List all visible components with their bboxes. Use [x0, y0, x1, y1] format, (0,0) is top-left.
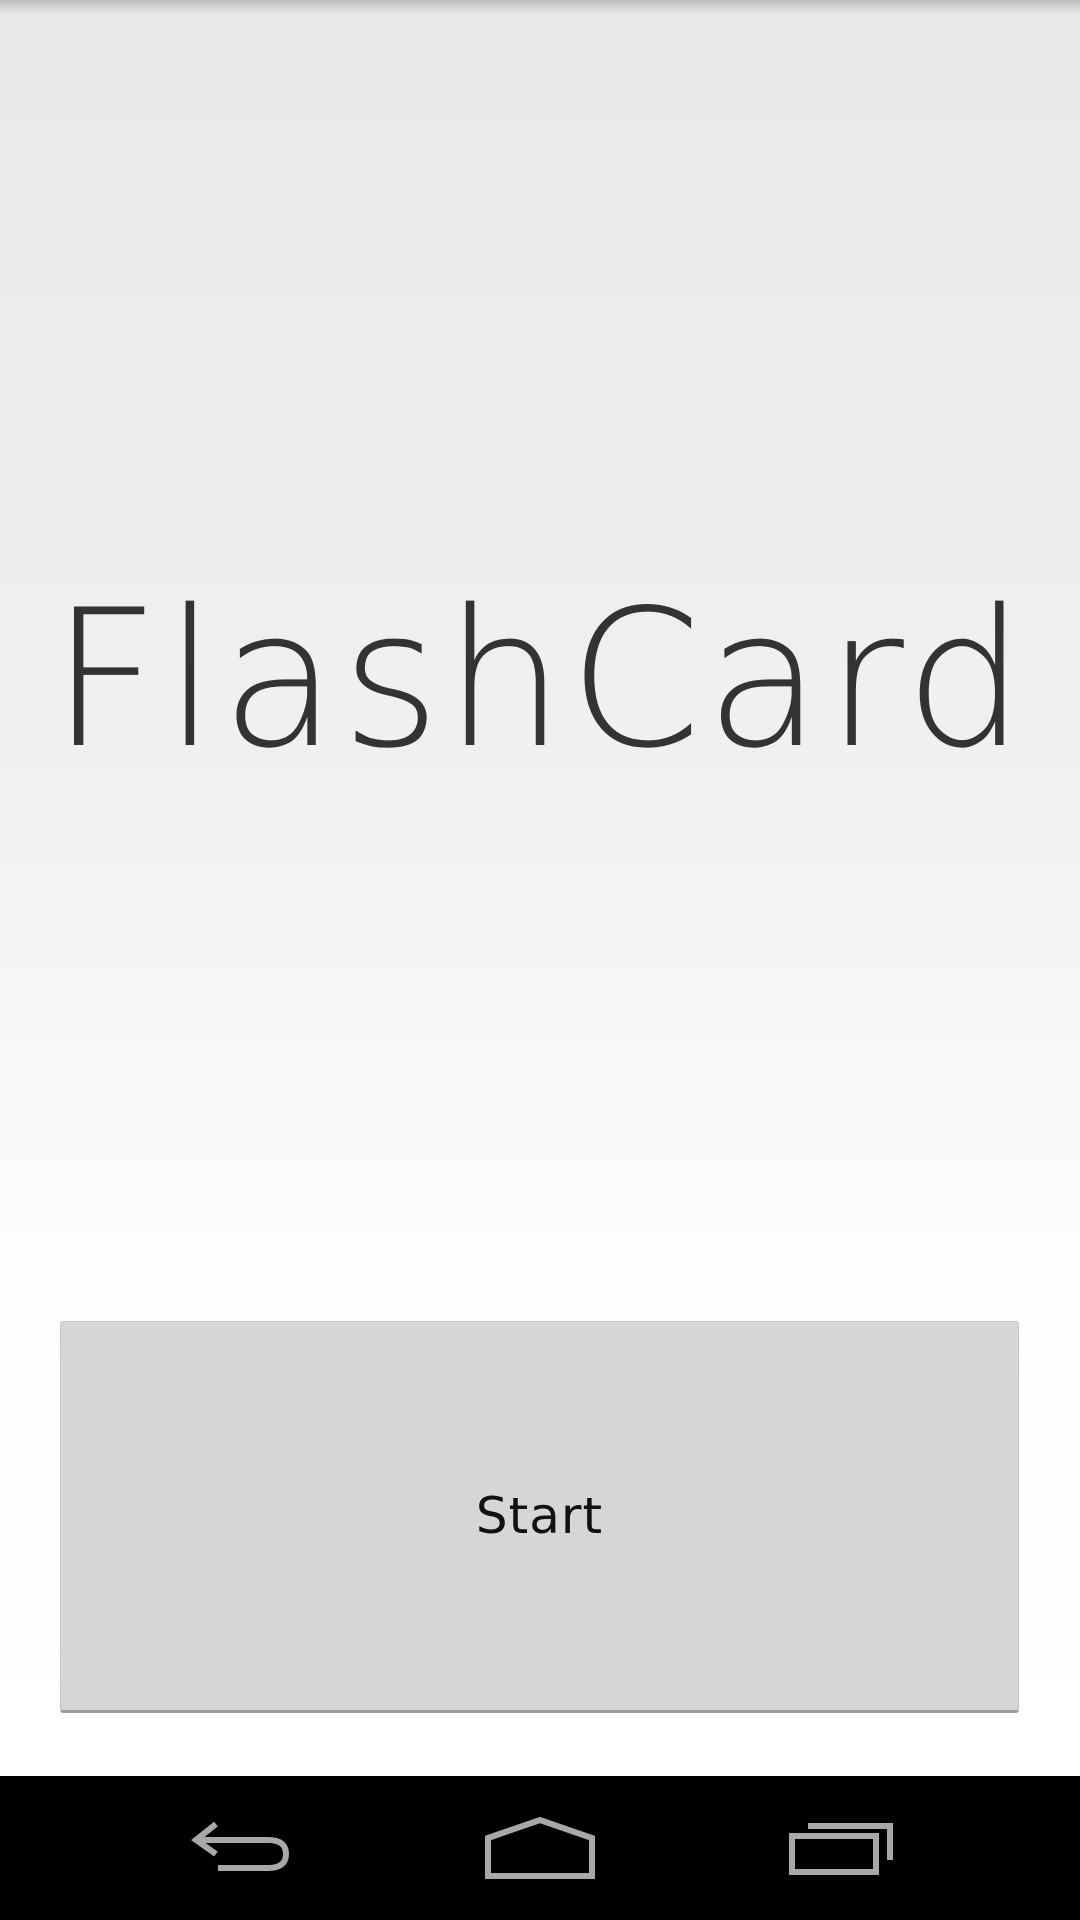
navigation-bar [0, 1776, 1080, 1920]
start-button-label: Start [475, 1487, 604, 1545]
home-button[interactable] [440, 1776, 640, 1920]
back-icon [190, 1821, 290, 1871]
app-screen: FlashCard Start [0, 0, 1080, 1776]
home-icon [485, 1816, 595, 1879]
recents-button[interactable] [742, 1776, 942, 1920]
start-button[interactable]: Start [60, 1321, 1019, 1713]
recents-icon [789, 1823, 893, 1875]
app-title: FlashCard [50, 569, 1030, 790]
action-bar-shadow [0, 0, 1080, 14]
back-button[interactable] [140, 1776, 340, 1920]
